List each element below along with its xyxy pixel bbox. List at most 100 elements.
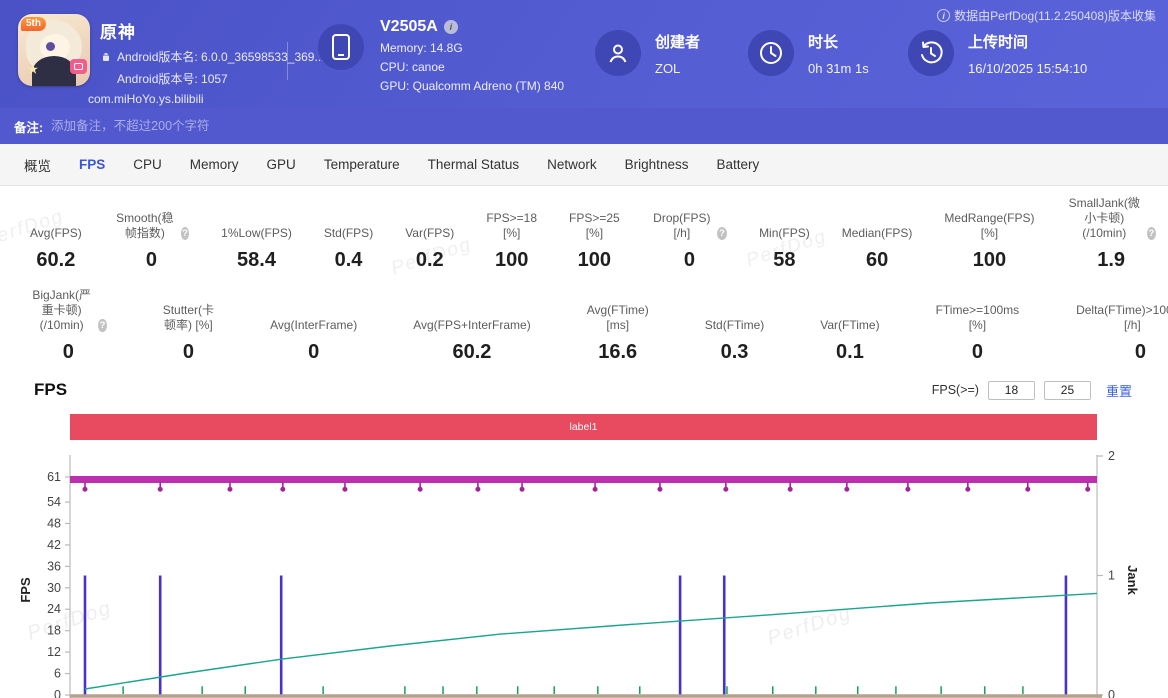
- svg-text:36: 36: [47, 559, 61, 573]
- tab-battery[interactable]: Battery: [702, 157, 773, 172]
- device-info-icon[interactable]: i: [444, 20, 458, 34]
- stat-value: 0.3: [721, 341, 749, 364]
- stat-ftime-100ms-%-: FTime>=100ms [%]0: [936, 303, 1020, 364]
- stat-label: Avg(FPS): [30, 211, 82, 241]
- stat-value: 0.1: [836, 341, 864, 364]
- stat-label: Var(FTime): [820, 303, 879, 333]
- duration-icon: [748, 30, 794, 76]
- stat-label: Std(FPS): [324, 211, 373, 241]
- fps-drop-dot: [844, 487, 849, 492]
- tab-brightness[interactable]: Brightness: [611, 157, 703, 172]
- duration-value: 0h 31m 1s: [808, 61, 869, 76]
- fps-drop-dot: [593, 487, 598, 492]
- tab-temperature[interactable]: Temperature: [310, 157, 414, 172]
- stat-value: 0: [63, 341, 74, 364]
- stat-label: Avg(FPS+InterFrame): [413, 303, 530, 333]
- tab-thermal-status[interactable]: Thermal Status: [414, 157, 534, 172]
- svg-text:2: 2: [1108, 449, 1115, 463]
- stat-fps-25-%-: FPS>=25 [%] 100: [569, 211, 620, 272]
- stat-value: 0: [684, 249, 695, 272]
- reset-button[interactable]: 重置: [1106, 381, 1132, 400]
- app-anniversary-badge: 5th: [21, 17, 46, 31]
- fps-drop-dot: [158, 487, 163, 492]
- creator-icon: [595, 30, 641, 76]
- fps-drop-dot: [1025, 487, 1030, 492]
- y-axis-label-right: Jank: [1125, 565, 1140, 595]
- stat-value: 1.9: [1097, 249, 1125, 272]
- stat-label: 1%Low(FPS): [221, 211, 292, 241]
- stat-value: 100: [495, 249, 528, 272]
- stat-var-fps-: Var(FPS) 0.2: [405, 211, 454, 272]
- fps-drop-dot: [418, 487, 423, 492]
- stat-label: Min(FPS): [759, 211, 810, 241]
- fps-threshold-input-1[interactable]: [988, 381, 1035, 400]
- stat-medrange-fps-%-: MedRange(FPS)[%]100: [944, 211, 1034, 272]
- stat-value: 0: [308, 341, 319, 364]
- note-input[interactable]: [51, 119, 1154, 133]
- stat-value: 60: [866, 249, 888, 272]
- stat-fps-18-%-: FPS>=18 [%]100: [486, 211, 537, 272]
- tab-bar: 概览FPSCPUMemoryGPUTemperatureThermal Stat…: [0, 144, 1168, 186]
- device-model: V2505A: [380, 18, 438, 36]
- android-icon: [100, 51, 112, 63]
- stat-bigjank-: BigJank(严重卡顿) (/10min)?0: [30, 288, 107, 364]
- stat-label: Var(FPS): [405, 211, 454, 241]
- stat-value: 0: [146, 249, 157, 272]
- tab-cpu[interactable]: CPU: [119, 157, 176, 172]
- stat-value: 0.2: [416, 249, 444, 272]
- fps-section-header: FPS FPS(>=) 重置: [0, 368, 1168, 406]
- svg-text:24: 24: [47, 602, 61, 616]
- stat-label: FPS>=25 [%]: [569, 211, 620, 241]
- tab-gpu[interactable]: GPU: [253, 157, 310, 172]
- stat-min-fps-: Min(FPS) 58: [759, 211, 810, 272]
- device-icon: [318, 24, 364, 70]
- stat-label: Std(FTime): [705, 303, 765, 333]
- stat-value: 100: [578, 249, 611, 272]
- tab-fps[interactable]: FPS: [65, 157, 119, 172]
- help-icon[interactable]: ?: [181, 227, 189, 240]
- svg-text:18: 18: [47, 624, 61, 638]
- stat-value: 0: [972, 341, 983, 364]
- chart-legend-label[interactable]: label1: [70, 414, 1097, 440]
- svg-text:1: 1: [1108, 569, 1115, 583]
- fps-drop-dot: [657, 487, 662, 492]
- fps-threshold-label: FPS(>=): [932, 383, 979, 397]
- collect-note: i 数据由PerfDog(11.2.250408)版本收集: [937, 7, 1156, 24]
- upload-value: 16/10/2025 15:54:10: [968, 61, 1087, 76]
- stat-var-ftime-: Var(FTime) 0.1: [820, 303, 879, 364]
- tab-memory[interactable]: Memory: [176, 157, 253, 172]
- stat-smalljank-: SmallJank(微小卡顿) (/10min)?1.9: [1066, 196, 1155, 272]
- stat-std-fps-: Std(FPS)0.4: [324, 211, 373, 272]
- fps-drop-dot: [788, 487, 793, 492]
- stat-avg-fps-interframe-: Avg(FPS+InterFrame) 60.2: [413, 303, 530, 364]
- help-icon[interactable]: ?: [98, 319, 106, 332]
- report-header: i 数据由PerfDog(11.2.250408)版本收集 5th 原神 And…: [0, 0, 1168, 108]
- stat-value: 58: [773, 249, 795, 272]
- stat-avg-fps-: Avg(FPS) 60.2: [30, 211, 82, 272]
- svg-text:48: 48: [47, 516, 61, 530]
- stats-row-2: BigJank(严重卡顿) (/10min)?0Stutter(卡顿率) [%]…: [30, 288, 1168, 364]
- stat-label: MedRange(FPS)[%]: [944, 211, 1034, 241]
- stat-value: 60.2: [36, 249, 75, 272]
- help-icon[interactable]: ?: [717, 227, 727, 240]
- fps-drop-dot: [965, 487, 970, 492]
- app-package: com.miHoYo.ys.bilibili: [88, 92, 324, 106]
- svg-text:0: 0: [1108, 688, 1115, 698]
- stat-label: Stutter(卡顿率) [%]: [163, 303, 214, 333]
- stat-value: 60.2: [452, 341, 491, 364]
- fps-threshold-input-2[interactable]: [1044, 381, 1091, 400]
- svg-text:0: 0: [54, 688, 61, 698]
- svg-text:6: 6: [54, 667, 61, 681]
- note-bar: 备注:: [0, 108, 1168, 144]
- tab-network[interactable]: Network: [533, 157, 611, 172]
- device-memory: Memory: 14.8G: [380, 41, 564, 55]
- info-icon: i: [937, 9, 950, 22]
- fps-jank-chart-canvas[interactable]: PerfDogPerfDog06121824303642485461012FPS…: [0, 440, 1168, 698]
- fps-section-title: FPS: [34, 380, 67, 400]
- svg-text:42: 42: [47, 538, 61, 552]
- stat-label: Avg(InterFrame): [270, 303, 357, 333]
- tab-概览[interactable]: 概览: [10, 155, 65, 175]
- stat-stutter-%-: Stutter(卡顿率) [%]0: [163, 303, 214, 364]
- help-icon[interactable]: ?: [1147, 227, 1156, 240]
- stat-value: 0: [1135, 341, 1146, 364]
